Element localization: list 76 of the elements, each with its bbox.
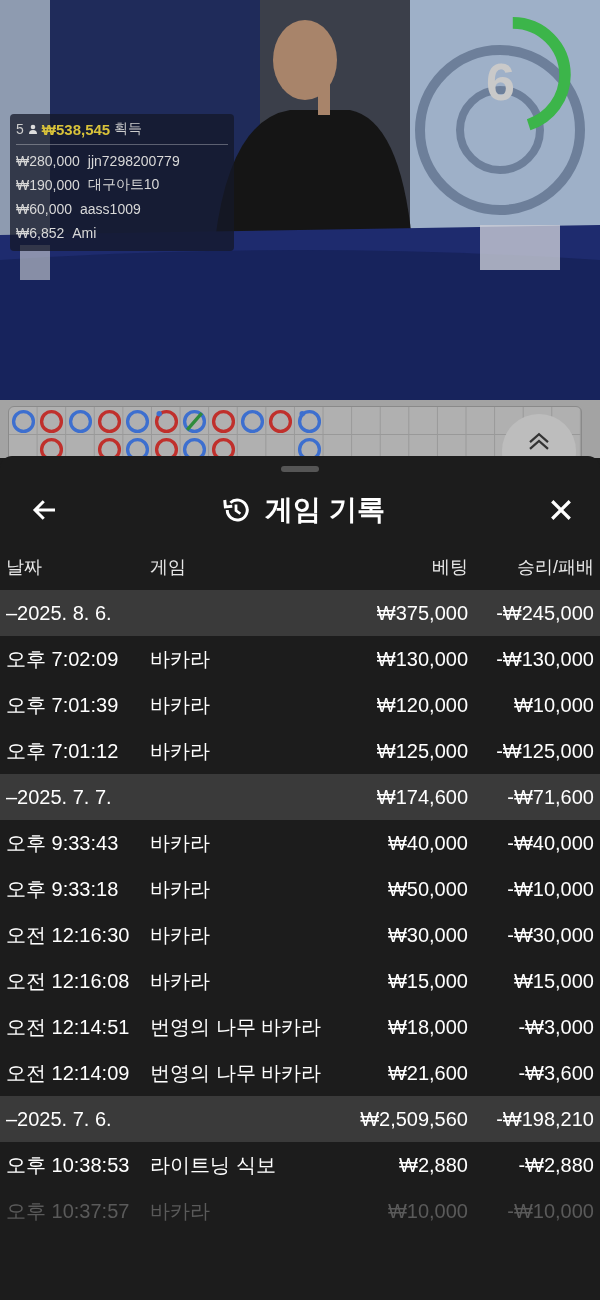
time-cell-text: 오전 12:14:51 [6, 1014, 131, 1040]
date-group-row[interactable]: –2025. 7. 7. ₩174,600 -₩71,600 [0, 774, 600, 820]
column-header: 베팅 [431, 556, 468, 579]
win-total: ₩538,545 [41, 120, 111, 138]
drag-handle[interactable] [281, 466, 319, 472]
winner-count: 5 [16, 121, 24, 137]
person-icon [27, 124, 38, 134]
time-cell-text: 오후 7:01:12 [6, 738, 120, 764]
time-cell-text: 오후 9:33:18 [6, 876, 120, 902]
time-cell-text: 오후 10:38:53 [6, 1152, 131, 1178]
bet-cell-text: ₩120,000 [375, 693, 468, 717]
result-cell-text: -₩3,000 [517, 1015, 594, 1039]
result-cell-text: -₩3,600 [517, 1061, 594, 1085]
sheet-title: 게임 기록 [265, 493, 385, 527]
bet-cell-text: ₩21,600 [386, 1061, 468, 1085]
bet-amount: ₩190,000 [16, 177, 80, 193]
time-cell-text: 오후 9:33:43 [6, 830, 120, 856]
player-name: jjn7298200779 [87, 153, 180, 169]
win-label: 획득 [114, 120, 143, 138]
game-cell-text: 바카라 [150, 738, 211, 764]
time-cell-text: 오후 7:02:09 [6, 646, 120, 672]
result-total: -₩198,210 [495, 1107, 594, 1131]
result-total: -₩245,000 [495, 601, 594, 625]
bet-cell-text: ₩15,000 [386, 969, 468, 993]
bet-total: ₩174,600 [375, 785, 468, 809]
result-cell-text: -₩125,000 [495, 739, 594, 763]
bet-cell-text: ₩10,000 [386, 1199, 468, 1223]
result-cell-text: -₩130,000 [495, 647, 594, 671]
result-cell-text: -₩10,000 [506, 1199, 594, 1223]
result-cell-text: -₩10,000 [506, 877, 594, 901]
game-cell-text: 바카라 [150, 968, 211, 994]
player-name: aass1009 [80, 201, 141, 217]
bet-cell-text: ₩125,000 [375, 739, 468, 763]
countdown-number: 6 [486, 52, 515, 112]
game-cell-text: 바카라 [150, 646, 211, 672]
bet-cell-text: ₩130,000 [375, 647, 468, 671]
bet-cell-text: ₩30,000 [386, 923, 468, 947]
game-cell-text: 번영의 나무 바카라 [150, 1060, 323, 1086]
bet-total: ₩2,509,560 [359, 1107, 468, 1131]
bet-cell-text: ₩18,000 [386, 1015, 468, 1039]
bet-cell-text: ₩50,000 [386, 877, 468, 901]
bet-amount: ₩6,852 [16, 225, 65, 241]
column-header: 날짜 [6, 556, 43, 579]
result-cell-text: -₩40,000 [506, 831, 594, 855]
history-icon [221, 495, 252, 525]
result-total: -₩71,600 [506, 785, 594, 809]
time-cell-text: 오후 7:01:39 [6, 692, 120, 718]
result-cell-text: -₩30,000 [506, 923, 594, 947]
date-group-row[interactable]: –2025. 7. 6. ₩2,509,560 -₩198,210 [0, 1096, 600, 1142]
bet-amount: ₩60,000 [16, 201, 73, 217]
time-cell-text: 오전 12:16:30 [6, 922, 131, 948]
result-cell-text: ₩15,000 [512, 969, 594, 993]
time-cell-text: 오후 10:37:57 [6, 1198, 131, 1224]
game-cell-text: 바카라 [150, 692, 211, 718]
date-label: –2025. 7. 7. [6, 785, 113, 809]
game-cell-text: 라이트닝 식보 [150, 1152, 277, 1178]
column-header: 게임 [150, 556, 187, 579]
game-cell-text: 번영의 나무 바카라 [150, 1014, 323, 1040]
time-cell-text: 오전 12:16:08 [6, 968, 131, 994]
game-cell-text: 바카라 [150, 876, 211, 902]
date-group-row[interactable]: –2025. 8. 6. ₩375,000 -₩245,000 [0, 590, 600, 636]
bet-amount: ₩280,000 [16, 153, 80, 169]
game-cell-text: 바카라 [150, 830, 211, 856]
player-name: 대구아트10 [87, 176, 160, 194]
player-name: Ami [72, 225, 97, 241]
time-cell-text: 오전 12:14:09 [6, 1060, 131, 1086]
date-label: –2025. 8. 6. [6, 601, 113, 625]
result-cell-text: ₩10,000 [512, 693, 594, 717]
date-label: –2025. 7. 6. [6, 1107, 113, 1131]
bet-cell-text: ₩40,000 [386, 831, 468, 855]
result-cell-text: -₩2,880 [517, 1153, 594, 1177]
bet-cell-text: ₩2,880 [398, 1153, 468, 1177]
game-cell-text: 바카라 [150, 922, 211, 948]
column-header: 승리/패배 [516, 556, 594, 579]
game-cell-text: 바카라 [150, 1198, 211, 1224]
bet-total: ₩375,000 [375, 601, 468, 625]
